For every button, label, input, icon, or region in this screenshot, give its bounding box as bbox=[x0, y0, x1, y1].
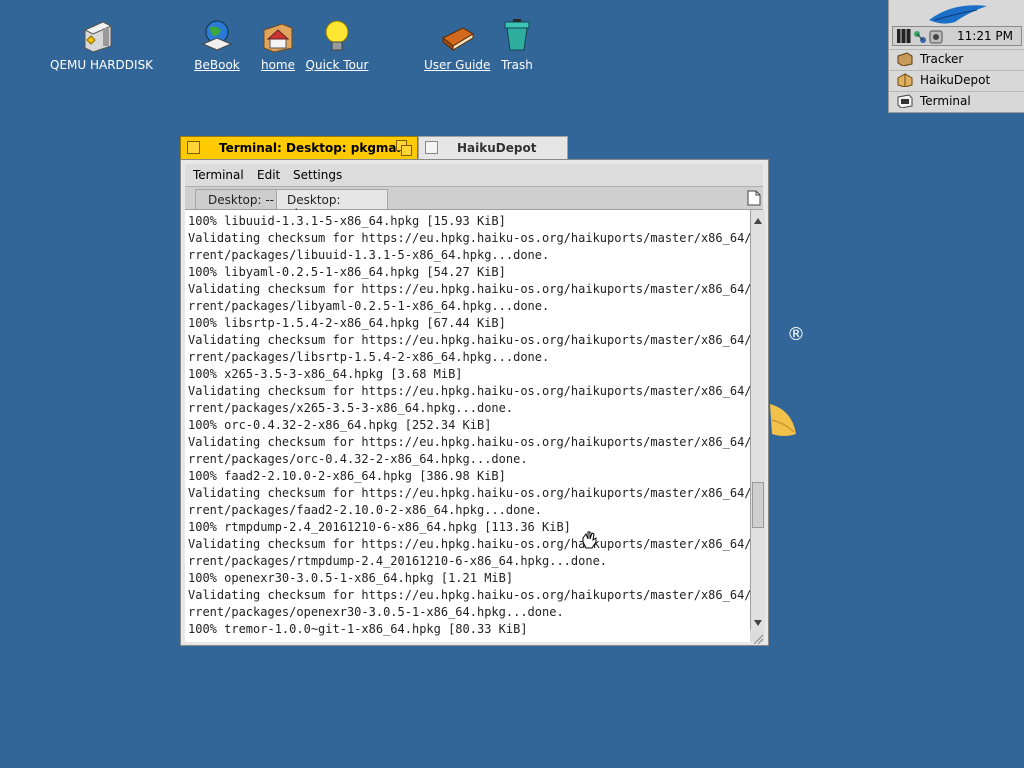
terminal-line: Validating checksum for https://eu.hpkg.… bbox=[188, 282, 750, 296]
menu-terminal[interactable]: Terminal bbox=[193, 168, 244, 182]
scroll-up-arrow-icon[interactable] bbox=[752, 212, 764, 224]
deskbar-item-label: Tracker bbox=[920, 52, 964, 66]
terminal-line: 100% x265-3.5-3-x86_64.hpkg [3.68 MiB] bbox=[188, 367, 463, 381]
terminal-line: Validating checksum for https://eu.hpkg.… bbox=[188, 435, 750, 449]
deskbar: 11:21 PM Tracker HaikuDepot Terminal bbox=[888, 0, 1024, 113]
scrollbar-thumb[interactable] bbox=[752, 482, 764, 528]
volume-icon[interactable] bbox=[929, 29, 943, 44]
terminal-line: 100% rtmpdump-2.4_20161210-6-x86_64.hpkg… bbox=[188, 520, 571, 534]
deskbar-item-terminal[interactable]: Terminal bbox=[889, 91, 1024, 111]
tray-replicants bbox=[897, 29, 943, 44]
close-button[interactable] bbox=[425, 141, 438, 154]
hand-cursor-icon bbox=[580, 530, 598, 554]
terminal-line: 100% orc-0.4.32-2-x86_64.hpkg [252.34 Ki… bbox=[188, 418, 492, 432]
terminal-output[interactable]: 100% libuuid-1.3.1-5-x86_64.hpkg [15.93 … bbox=[185, 210, 750, 642]
terminal-line: 100% libsrtp-1.5.4-2-x86_64.hpkg [67.44 … bbox=[188, 316, 506, 330]
cpu-meter-icon[interactable] bbox=[897, 29, 911, 43]
home-folder-icon bbox=[260, 18, 296, 54]
tab-label: Desktop: -- bbox=[208, 193, 275, 207]
lightbulb-icon bbox=[319, 18, 355, 54]
terminal-window-tab[interactable]: Terminal: Desktop: pkgman bbox=[180, 136, 418, 160]
terminal-lines: 100% libuuid-1.3.1-5-x86_64.hpkg [15.93 … bbox=[188, 213, 750, 638]
terminal-icon bbox=[897, 94, 913, 109]
terminal-line: 100% tremor-1.0.0~git-1-x86_64.hpkg [80.… bbox=[188, 622, 528, 636]
terminal-line: 100% openexr30-3.0.5-1-x86_64.hpkg [1.21… bbox=[188, 571, 514, 585]
terminal-line: rrent/packages/libsrtp-1.5.4-2-x86_64.hp… bbox=[188, 350, 550, 364]
tracker-icon bbox=[897, 52, 913, 67]
terminal-line: Validating checksum for https://eu.hpkg.… bbox=[188, 384, 750, 398]
terminal-line: Validating checksum for https://eu.hpkg.… bbox=[188, 231, 750, 245]
terminal-line: Validating checksum for https://eu.hpkg.… bbox=[188, 588, 750, 602]
desktop-icon-home[interactable]: home bbox=[256, 18, 300, 72]
terminal-line: rrent/packages/faad2-2.10.0-2-x86_64.hpk… bbox=[188, 503, 543, 517]
terminal-line: rrent/packages/openexr30-3.0.5-1-x86_64.… bbox=[188, 605, 564, 619]
terminal-line: rrent/packages/orc-0.4.32-2-x86_64.hpkg.… bbox=[188, 452, 528, 466]
deskbar-item-label: HaikuDepot bbox=[920, 73, 991, 87]
terminal-line: 100% faad2-2.10.0-2-x86_64.hpkg [386.98 … bbox=[188, 469, 506, 483]
zoom-button[interactable] bbox=[396, 140, 412, 156]
haiku-logo-leaf-icon bbox=[766, 400, 800, 448]
book-icon bbox=[439, 18, 475, 54]
terminal-line: Validating checksum for https://eu.hpkg.… bbox=[188, 486, 750, 500]
desktop-icon-trash[interactable]: Trash bbox=[496, 18, 538, 72]
window-title: HaikuDepot bbox=[457, 141, 537, 155]
desktop-icon-label: home bbox=[260, 58, 296, 72]
terminal-line: 100% libyaml-0.2.5-1-x86_64.hpkg [54.27 … bbox=[188, 265, 506, 279]
new-tab-icon[interactable] bbox=[747, 190, 761, 206]
terminal-tab-desktop[interactable]: Desktop: -- bbox=[195, 189, 277, 209]
terminal-line: rrent/packages/rtmpdump-2.4_20161210-6-x… bbox=[188, 554, 608, 568]
terminal-line: rrent/packages/libuuid-1.3.1-5-x86_64.hp… bbox=[188, 248, 550, 262]
bebook-icon bbox=[199, 18, 235, 54]
haikudepot-icon bbox=[897, 73, 913, 88]
desktop-icon-label: BeBook bbox=[194, 58, 240, 72]
desktop: QEMU HARDDISK BeBook home Quick Tour Use… bbox=[0, 0, 1024, 768]
registered-mark: ® bbox=[787, 324, 805, 345]
haikudepot-window-tab[interactable]: HaikuDepot bbox=[418, 136, 568, 160]
menu-bar: Terminal Edit Settings bbox=[185, 164, 763, 187]
desktop-icon-user-guide[interactable]: User Guide bbox=[424, 18, 490, 72]
menu-settings[interactable]: Settings bbox=[293, 168, 342, 182]
menu-edit[interactable]: Edit bbox=[257, 168, 280, 182]
desktop-icon-label: User Guide bbox=[424, 58, 491, 72]
clock[interactable]: 11:21 PM bbox=[957, 29, 1013, 43]
terminal-window: Terminal Edit Settings Desktop: -- Deskt… bbox=[180, 159, 769, 646]
trash-icon bbox=[499, 18, 535, 54]
terminal-tab-bar: Desktop: -- Desktop: pkgman bbox=[185, 187, 763, 221]
desktop-icon-qemu-harddisk[interactable]: QEMU HARDDISK bbox=[50, 18, 154, 72]
terminal-line: Validating checksum for https://eu.hpkg.… bbox=[188, 537, 750, 551]
terminal-tab-desktop-pkgman[interactable]: Desktop: pkgman bbox=[276, 189, 388, 221]
scroll-down-arrow-icon[interactable] bbox=[752, 614, 764, 626]
deskbar-item-label: Terminal bbox=[920, 94, 971, 108]
terminal-line: rrent/packages/x265-3.5-3-x86_64.hpkg...… bbox=[188, 401, 514, 415]
desktop-icon-label: Trash bbox=[501, 58, 533, 72]
terminal-line: rrent/packages/libyaml-0.2.5-1-x86_64.hp… bbox=[188, 299, 550, 313]
desktop-icon-label: QEMU HARDDISK bbox=[50, 58, 154, 72]
deskbar-item-tracker[interactable]: Tracker bbox=[889, 49, 1024, 69]
desktop-icon-label: Quick Tour bbox=[305, 58, 369, 72]
window-title: Terminal: Desktop: pkgman bbox=[219, 141, 406, 155]
resize-handle-icon[interactable] bbox=[750, 630, 764, 645]
harddisk-icon bbox=[79, 18, 115, 54]
desktop-icon-bebook[interactable]: BeBook bbox=[193, 18, 241, 72]
close-button[interactable] bbox=[187, 141, 200, 154]
terminal-line: Validating checksum for https://eu.hpkg.… bbox=[188, 333, 750, 347]
network-icon[interactable] bbox=[913, 29, 927, 43]
deskbar-item-haikudepot[interactable]: HaikuDepot bbox=[889, 70, 1024, 90]
desktop-icon-quick-tour[interactable]: Quick Tour bbox=[304, 18, 370, 72]
vertical-scrollbar[interactable] bbox=[750, 210, 765, 630]
system-tray: 11:21 PM bbox=[892, 26, 1022, 46]
terminal-line: 100% libuuid-1.3.1-5-x86_64.hpkg [15.93 … bbox=[188, 214, 506, 228]
